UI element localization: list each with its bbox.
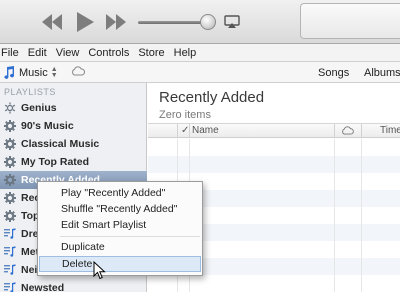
item-count: Zero items — [159, 109, 211, 121]
sidebar-item-90-s-music[interactable]: 90's Music — [0, 117, 147, 135]
playlists-header: PLAYLISTS — [4, 87, 56, 97]
lcd-display — [300, 3, 400, 39]
smart-playlist-gear-icon — [4, 174, 16, 186]
menu-separator — [60, 236, 200, 237]
sidebar-item-label: Nei — [21, 264, 38, 276]
sidebar-item-label: Dre — [21, 228, 39, 240]
tab-songs[interactable]: Songs — [318, 67, 349, 79]
sidebar-item-label: My Top Rated — [21, 156, 90, 168]
playlist-icon — [4, 228, 16, 240]
menu-controls[interactable]: Controls — [88, 47, 129, 59]
next-track-icon[interactable] — [104, 12, 128, 32]
library-selector[interactable]: Music ▲ ▼ — [3, 65, 62, 80]
play-icon[interactable] — [75, 11, 95, 32]
menu-item-delete[interactable]: Delete — [39, 256, 201, 272]
menu-help[interactable]: Help — [174, 47, 197, 59]
menu-edit[interactable]: Edit — [28, 47, 47, 59]
menu-item-shuffle[interactable]: Shuffle "Recently Added" — [39, 201, 201, 217]
column-time[interactable]: Time — [380, 125, 400, 136]
menu-view[interactable]: View — [56, 47, 80, 59]
playlist-icon — [4, 282, 16, 292]
smart-playlist-gear-icon — [4, 210, 16, 222]
menu-file[interactable]: File — [1, 47, 19, 59]
volume-knob[interactable] — [200, 14, 216, 30]
smart-playlist-gear-icon — [4, 138, 16, 150]
playlist-icon — [4, 246, 16, 258]
column-header: ✓ Name Time — [148, 123, 400, 138]
menu-item-duplicate[interactable]: Duplicate — [39, 239, 201, 255]
updown-arrows-icon: ▲ ▼ — [50, 65, 58, 79]
cloud-icon[interactable] — [71, 66, 85, 76]
sidebar-item-my-top-rated[interactable]: My Top Rated — [0, 153, 147, 171]
menu-bar: File Edit View Controls Store Help — [0, 44, 400, 62]
library-label: Music — [19, 66, 48, 79]
menu-item-edit-smart-playlist[interactable]: Edit Smart Playlist — [39, 217, 201, 233]
sidebar-item-label: Newsted — [21, 282, 65, 292]
airplay-icon[interactable] — [224, 15, 240, 29]
music-note-icon — [4, 66, 15, 79]
column-cloud-icon[interactable] — [341, 126, 354, 135]
toolbar: Music ▲ ▼ Songs Albums — [0, 62, 400, 83]
sidebar-item-label: 90's Music — [21, 120, 74, 132]
sidebar-item-label: Genius — [21, 102, 57, 114]
mouse-pointer-icon — [93, 261, 106, 280]
previous-track-icon[interactable] — [40, 12, 64, 32]
menu-item-play[interactable]: Play "Recently Added" — [39, 185, 201, 201]
playlist-icon — [4, 264, 16, 276]
column-name[interactable]: Name — [192, 125, 219, 136]
menu-store[interactable]: Store — [138, 47, 164, 59]
tab-albums[interactable]: Albums — [364, 67, 400, 79]
context-menu: Play "Recently Added" Shuffle "Recently … — [37, 181, 203, 276]
sidebar-item-label: Classical Music — [21, 138, 100, 150]
smart-playlist-gear-icon — [4, 192, 16, 204]
player-controls-bar — [0, 0, 400, 44]
genius-icon — [4, 102, 16, 114]
sidebar-item-classical-music[interactable]: Classical Music — [0, 135, 147, 153]
smart-playlist-gear-icon — [4, 120, 16, 132]
page-title: Recently Added — [159, 89, 265, 106]
smart-playlist-gear-icon — [4, 156, 16, 168]
sidebar-item-genius[interactable]: Genius — [0, 99, 147, 117]
sidebar-item-newsted[interactable]: Newsted — [0, 279, 147, 292]
